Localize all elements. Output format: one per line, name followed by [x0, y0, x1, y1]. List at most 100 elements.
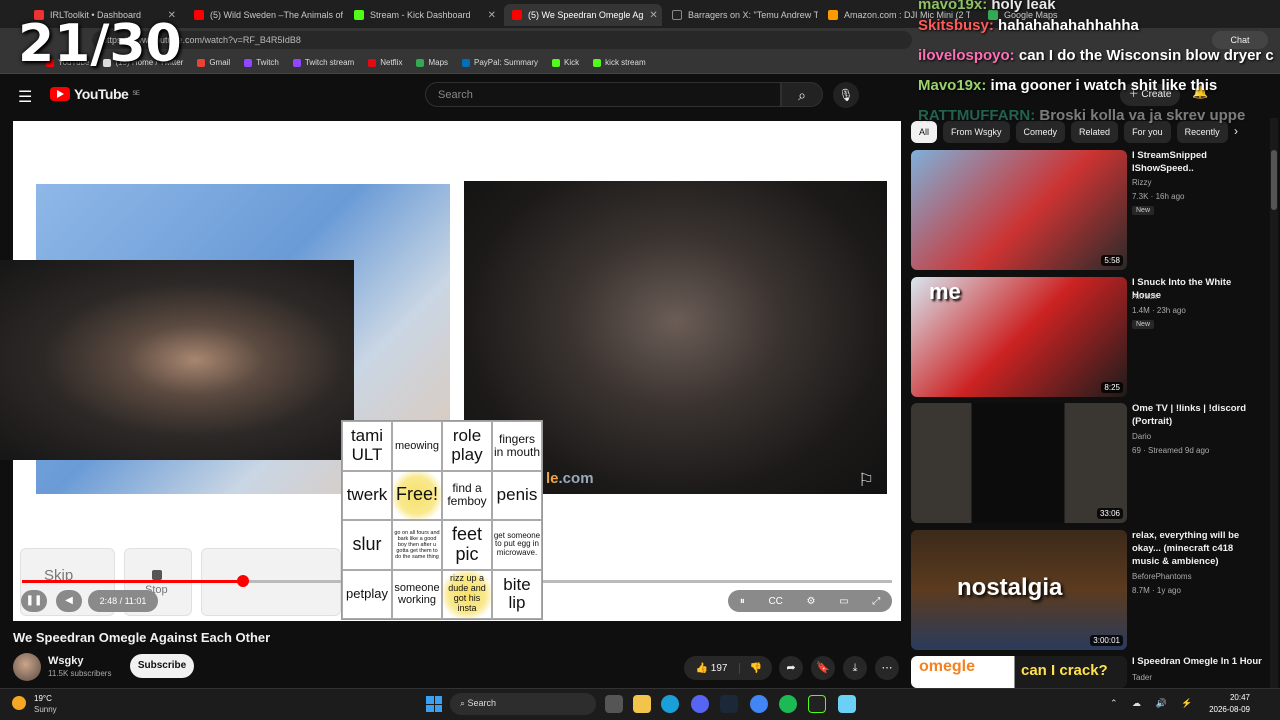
bookmark-maps[interactable]: Maps [416, 58, 448, 67]
like-button[interactable]: 👍 197 [684, 662, 740, 674]
chip-recently[interactable]: Recently [1176, 121, 1228, 143]
obs-icon[interactable] [808, 695, 826, 713]
volume-icon: ◀ [65, 595, 73, 606]
recommendation-item[interactable]: 33:06 Ome TV | !links | !discord (Portra… [911, 403, 1266, 523]
subscribe-button[interactable]: Subscribe [130, 654, 194, 678]
bookmark-twitch-stream[interactable]: Twitch stream [292, 58, 354, 67]
weather-condition[interactable]: Sunny [34, 705, 57, 714]
related-filter-chips: All From Wsgky Comedy Related For you Re… [911, 121, 1251, 143]
taskbar-date[interactable]: 2026-08-09 [1200, 705, 1250, 714]
recommendation-title[interactable]: relax, everything will be okay... (minec… [1132, 530, 1262, 568]
bookmark-kick[interactable]: Kick [552, 58, 579, 67]
recommendation-channel[interactable]: Rizzy [1132, 178, 1152, 187]
voice-search-button[interactable]: 🎙 [833, 82, 859, 108]
spotify-icon[interactable] [779, 695, 797, 713]
video-thumbnail[interactable]: 33:06 [911, 403, 1127, 523]
fullscreen-icon[interactable]: ⤢ [872, 596, 880, 607]
channel-avatar[interactable] [13, 653, 41, 681]
save-button[interactable]: 🔖 [811, 656, 835, 680]
edge-icon[interactable] [661, 695, 679, 713]
captions-icon[interactable]: CC [768, 596, 782, 607]
download-button[interactable]: ⤓ [843, 656, 867, 680]
taskbar-search[interactable]: ⌕ Search [450, 693, 596, 715]
channel-name[interactable]: Wsgky [48, 655, 83, 667]
chip-from-channel[interactable]: From Wsgky [943, 121, 1010, 143]
sun-icon[interactable] [12, 696, 26, 710]
bookmark-netflix[interactable]: Netflix [368, 58, 402, 67]
subscriber-count: 11.5K subscribers [48, 669, 112, 678]
tab-omegle-video-active[interactable]: (5) We Speedran Omegle Ag ✕ [504, 4, 662, 26]
stop-icon [152, 570, 162, 580]
bingo-cell: slur [342, 520, 392, 570]
miniplayer-icon[interactable]: ▭ [839, 596, 848, 607]
scrollbar-thumb[interactable] [1271, 150, 1277, 210]
chrome-icon[interactable] [750, 695, 768, 713]
recommendation-title[interactable]: I Speedran Omegle In 1 Hour [1132, 656, 1262, 669]
progress-scrubber[interactable] [237, 575, 249, 587]
autoplay-toggle-icon[interactable]: ⏸ [740, 596, 745, 607]
bingo-cell: petplay [342, 569, 392, 619]
recommendation-title[interactable]: I StreamSnipped IShowSpeed.. [1132, 150, 1262, 176]
chevron-right-icon[interactable]: › [1234, 124, 1238, 138]
bookmark-paypal[interactable]: PayPal: Summary [462, 58, 538, 67]
notepad-icon[interactable] [838, 695, 856, 713]
chip-comedy[interactable]: Comedy [1015, 121, 1066, 143]
close-icon[interactable]: ✕ [649, 10, 657, 21]
youtube-favicon-icon [194, 10, 204, 20]
volume-button[interactable]: ◀ [56, 590, 82, 612]
video-thumbnail[interactable]: nostalgia 3:00:01 [911, 530, 1127, 650]
bookmark-gmail[interactable]: Gmail [197, 58, 230, 67]
progress-counter-overlay: 21/30 [18, 14, 182, 74]
close-icon[interactable]: ✕ [488, 10, 496, 21]
flag-icon[interactable]: ⚐ [858, 470, 874, 491]
video-thumbnail[interactable]: omegle can I crack? [911, 656, 1127, 688]
chip-for-you[interactable]: For you [1124, 121, 1171, 143]
chat-message: ilovelospoyo: can I do the Wisconsin blo… [918, 47, 1274, 64]
search-button[interactable]: ⌕ [781, 82, 823, 107]
share-button[interactable]: ➦ [779, 656, 803, 680]
pause-button[interactable]: ❚❚ [21, 590, 47, 612]
player-right-controls: ⏸ CC ⚙ ▭ ⤢ [728, 590, 892, 612]
dislike-button[interactable]: 👎 [740, 663, 772, 674]
weather-temp[interactable]: 19°C [34, 694, 52, 703]
recommendation-title[interactable]: Ome TV | !links | !discord (Portrait) [1132, 403, 1262, 429]
recommendation-channel[interactable]: BeforePhantoms [1132, 572, 1192, 581]
recommendation-channel[interactable]: Dario [1132, 432, 1151, 441]
bookmark-twitch[interactable]: Twitch [244, 58, 279, 67]
address-input[interactable]: https://www.youtube.com/watch?v=RF_B4R5I… [92, 31, 912, 49]
recommendation-item[interactable]: 5:58 I StreamSnipped IShowSpeed.. Rizzy … [911, 150, 1266, 270]
more-actions-button[interactable]: ⋯ [875, 656, 899, 680]
task-view-icon[interactable] [605, 695, 623, 713]
new-badge: New [1132, 206, 1155, 215]
chip-all[interactable]: All [911, 121, 938, 143]
tab-wild-sweden[interactable]: (5) Wild Sweden –The Animals of✕ [186, 4, 344, 26]
paypal-icon [462, 58, 471, 67]
video-thumbnail[interactable]: me 8:25 [911, 277, 1127, 397]
bookmark-kick-stream[interactable]: kick stream [593, 58, 646, 67]
netflix-icon [368, 58, 377, 67]
progress-fill [22, 580, 243, 583]
steam-icon[interactable] [720, 695, 738, 713]
file-explorer-icon[interactable] [633, 695, 651, 713]
tab-barragers-x[interactable]: Barragers on X: "Temu Andrew Ta✕ [664, 4, 818, 26]
search-input[interactable]: Search [425, 82, 781, 107]
search-icon: ⌕ [798, 87, 806, 103]
video-thumbnail[interactable]: 5:58 [911, 150, 1127, 270]
chip-related[interactable]: Related [1071, 121, 1119, 143]
youtube-logo[interactable]: YouTube SE [50, 86, 140, 102]
hamburger-menu-icon[interactable]: ☰ [18, 87, 32, 107]
bingo-cell: twerk [342, 470, 392, 520]
taskbar-clock[interactable]: 20:47 [1200, 693, 1250, 702]
recommendation-item[interactable]: nostalgia 3:00:01 relax, everything will … [911, 530, 1266, 650]
tab-kick-dashboard[interactable]: Stream - Kick Dashboard ✕ [346, 4, 504, 26]
settings-gear-icon[interactable]: ⚙ [807, 596, 816, 607]
share-icon: ➦ [786, 662, 796, 674]
recommendation-channel[interactable]: Airrack [1132, 292, 1157, 301]
discord-icon[interactable] [691, 695, 709, 713]
bookmark-icon: 🔖 [816, 662, 830, 674]
recommendation-item[interactable]: omegle can I crack? I Speedran Omegle In … [911, 656, 1266, 688]
windows-start-icon[interactable] [426, 696, 442, 712]
recommendation-channel[interactable]: Tader [1132, 673, 1152, 682]
system-tray-icons[interactable]: ⌃ ☁ 🔊 ⚡ [1110, 698, 1198, 709]
recommendation-item[interactable]: me 8:25 I Snuck Into the White House Airr… [911, 277, 1266, 397]
